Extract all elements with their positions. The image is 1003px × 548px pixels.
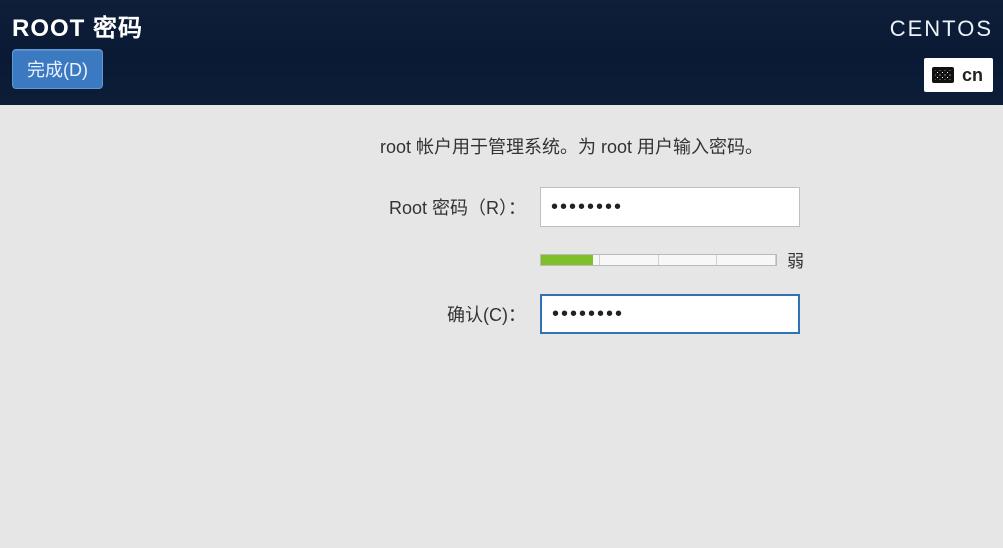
keyboard-icon xyxy=(932,67,954,83)
content-area: root 帐户用于管理系统。为 root 用户输入密码。 Root 密码（R）：… xyxy=(0,105,1003,334)
confirm-password-input[interactable] xyxy=(540,294,800,334)
brand-label: CENTOS xyxy=(890,16,993,42)
keyboard-layout-chip[interactable]: cn xyxy=(924,58,993,92)
password-strength-row: 弱 xyxy=(540,247,1003,272)
root-password-row: Root 密码（R）： xyxy=(0,187,1003,227)
header-bar: ROOT 密码 完成(D) CENTOS cn xyxy=(0,0,1003,105)
done-button[interactable]: 完成(D) xyxy=(12,49,103,89)
password-strength-text: 弱 xyxy=(787,247,804,272)
keyboard-layout-code: cn xyxy=(962,65,983,86)
password-strength-meter xyxy=(540,254,777,266)
page-title: ROOT 密码 xyxy=(12,8,991,43)
confirm-password-label: 确认(C)： xyxy=(0,301,540,327)
description-text: root 帐户用于管理系统。为 root 用户输入密码。 xyxy=(380,133,1003,159)
root-password-label: Root 密码（R）： xyxy=(0,194,540,220)
confirm-password-row: 确认(C)： xyxy=(0,294,1003,334)
root-password-input[interactable] xyxy=(540,187,800,227)
